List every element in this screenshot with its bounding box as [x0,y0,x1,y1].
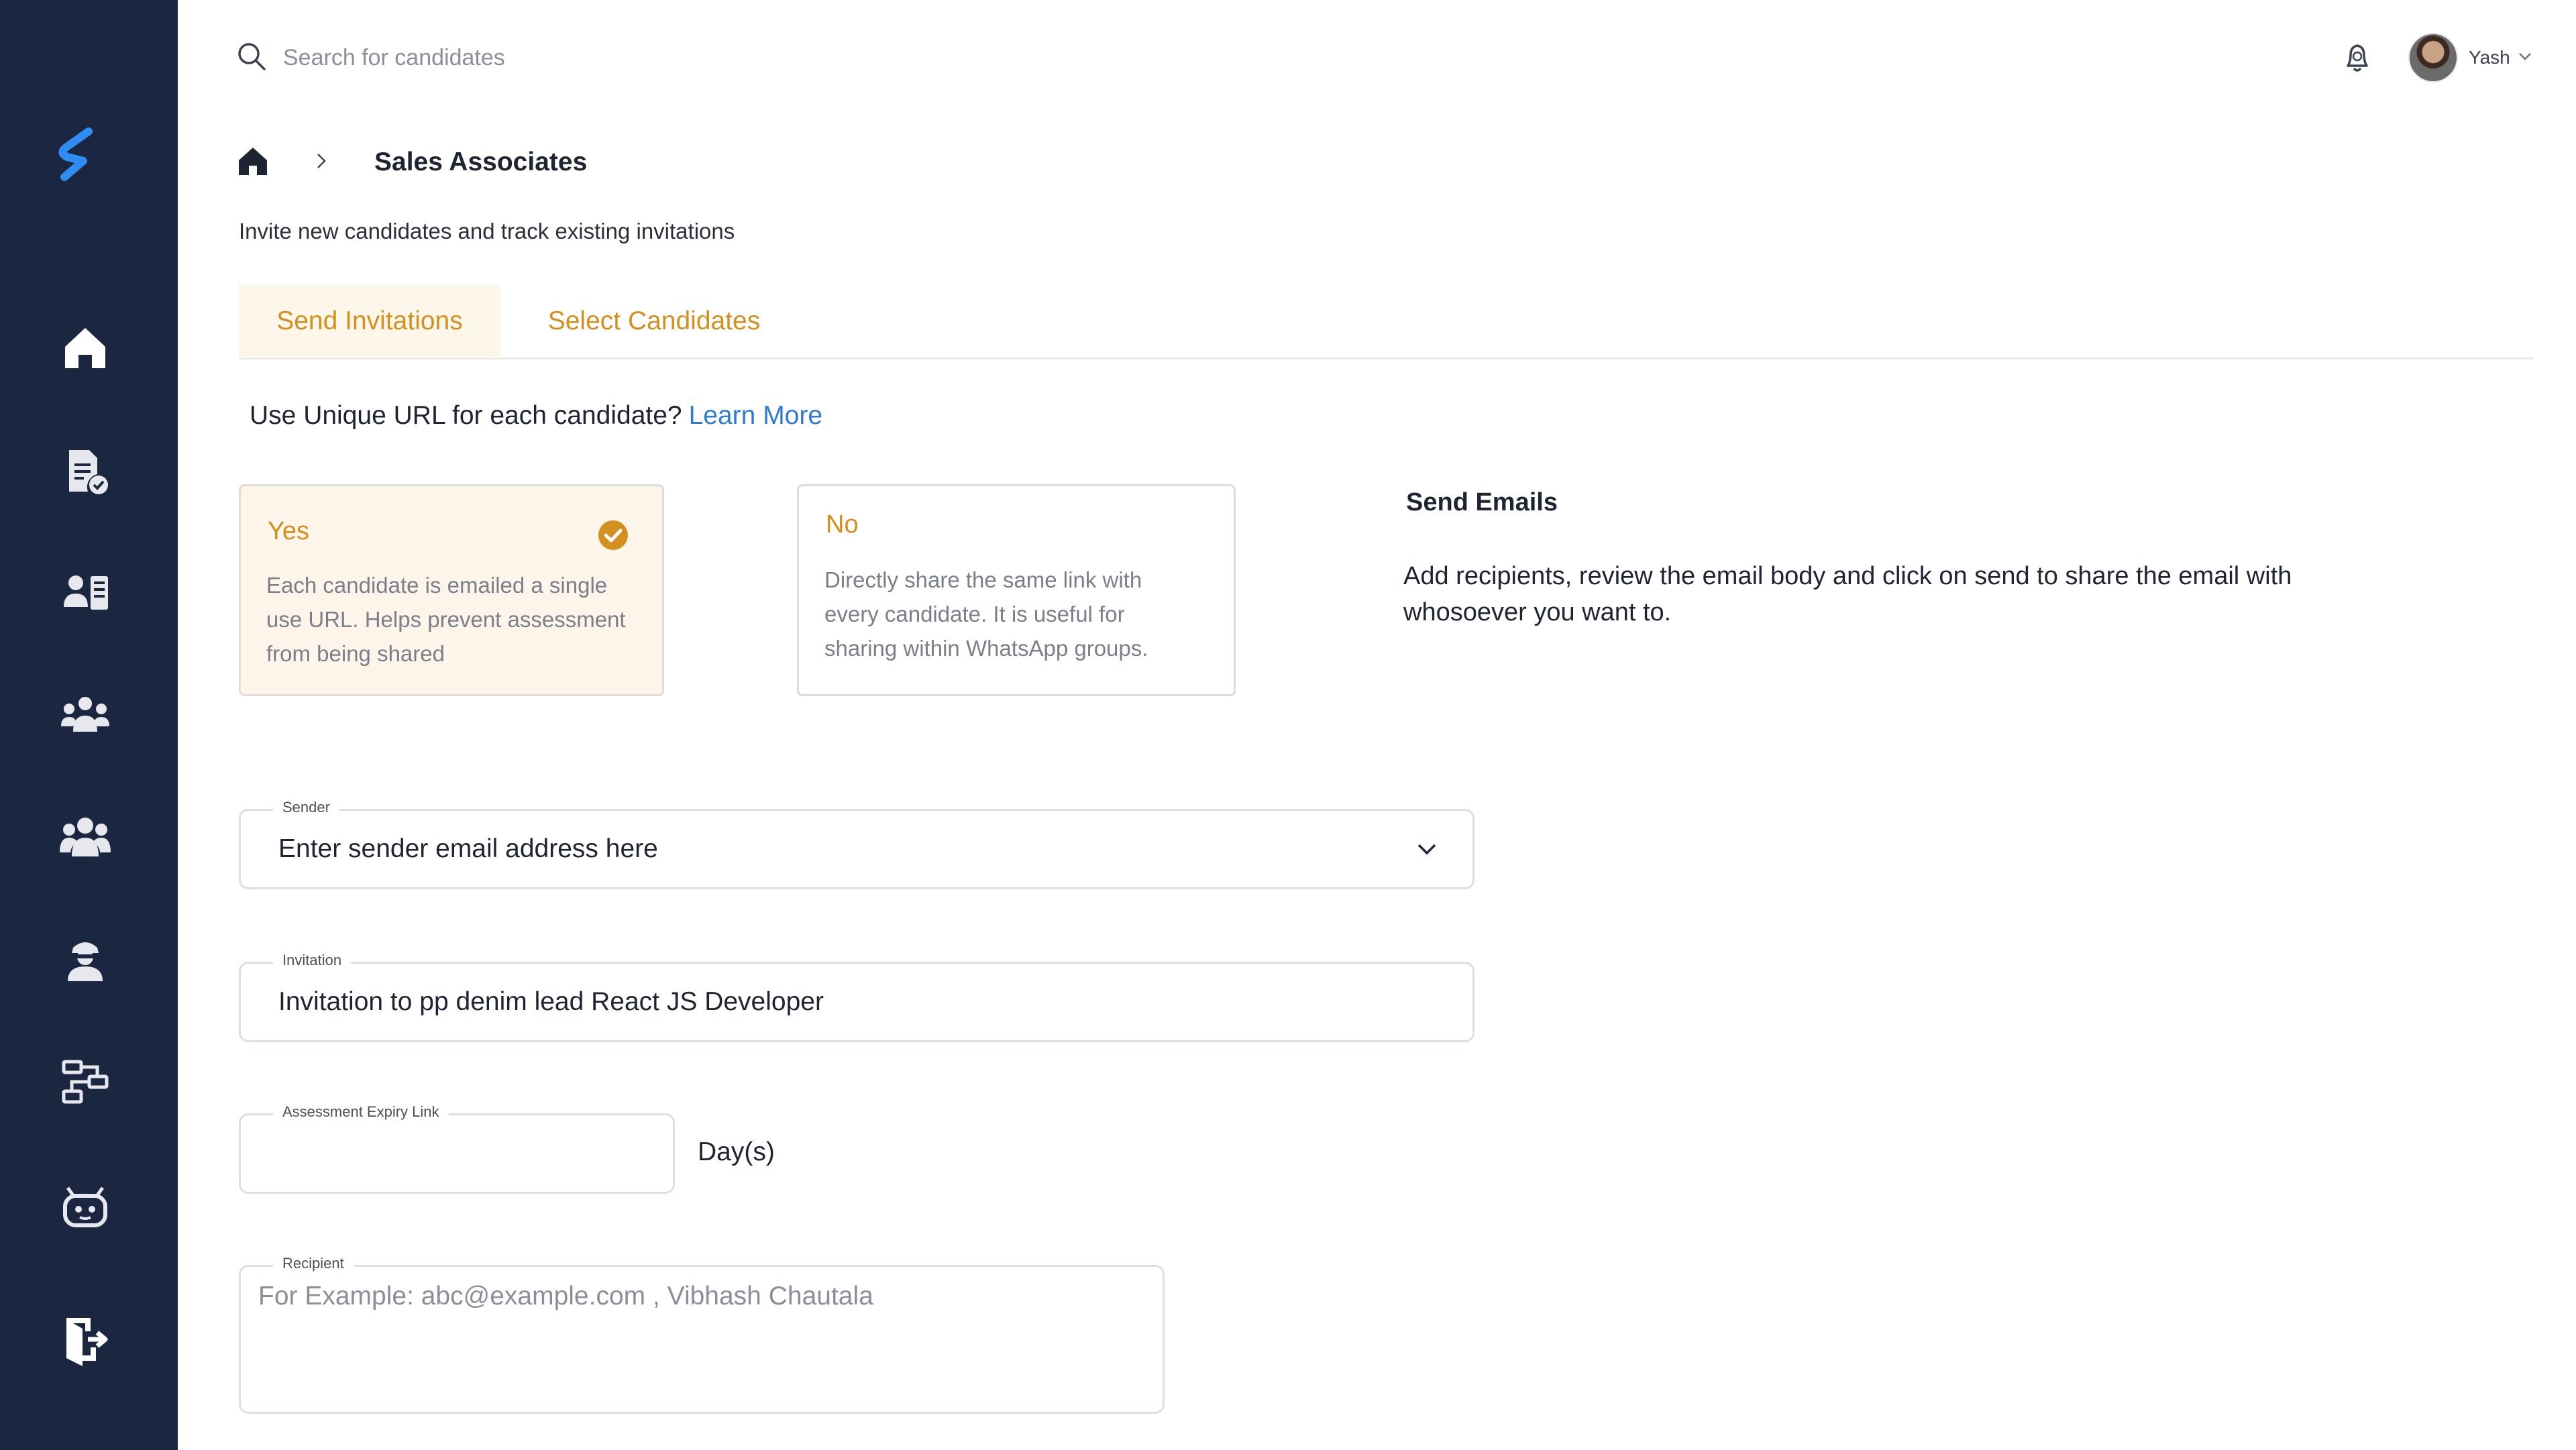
nav-candidates[interactable] [55,562,115,622]
nav-interviewer[interactable] [55,930,115,990]
nav-assessments[interactable] [55,441,115,502]
home-icon [239,147,267,175]
nav-groups[interactable] [55,684,115,744]
sender-value: Enter sender email address here [278,834,658,863]
expiry-unit: Day(s) [698,1137,775,1166]
learn-more-link[interactable]: Learn More [689,401,822,430]
tab-send-invitations[interactable]: Send Invitations [239,284,500,358]
option-no-title: No [826,510,859,539]
send-emails-desc: Add recipients, review the email body an… [1403,562,2292,626]
bell-icon [2347,44,2368,72]
check-circle-icon [596,518,630,552]
breadcrumb-home[interactable] [236,144,270,181]
option-yes-card[interactable]: Yes Each candidate is emailed a single u… [239,484,664,696]
unique-url-question: Use Unique URL for each candidate? Learn … [250,401,822,431]
document-check-icon [69,450,108,494]
users-cog-icon [61,697,109,732]
search-bar[interactable] [236,39,820,76]
send-emails-title: Send Emails [1406,488,1558,516]
nav-team[interactable] [55,807,115,868]
breadcrumb: Sales Associates [236,144,587,181]
option-no-desc: Directly share the same link with every … [824,567,1148,661]
search-input[interactable] [283,44,820,71]
invitation-field[interactable]: Invitation Invitation to pp denim lead R… [239,952,1474,1042]
chevron-down-icon [2510,48,2533,68]
robot-icon [63,1186,107,1227]
sender-select[interactable]: Sender Enter sender email address here [239,799,1474,889]
expiry-label: Assessment Expiry Link [273,1103,449,1121]
option-no-card[interactable]: No Directly share the same link with eve… [797,484,1236,696]
recipient-placeholder: For Example: abc@example.com , Vibhash C… [258,1282,873,1310]
nav-logout[interactable] [55,1309,115,1370]
user-name: Yash [2469,47,2510,68]
unique-url-label: Use Unique URL for each candidate? [250,401,682,430]
option-yes-desc: Each candidate is emailed a single use U… [266,573,626,666]
app-logo[interactable] [54,127,101,181]
user-menu[interactable]: Yash [2408,32,2533,83]
logo-icon [58,127,93,181]
tab-bar: Send Invitations Select Candidates [239,284,2533,359]
tab-select-candidates[interactable]: Select Candidates [523,284,785,358]
page-subtitle: Invite new candidates and track existing… [239,219,735,243]
chevron-down-icon [1413,836,1440,862]
breadcrumb-current: Sales Associates [374,148,588,176]
sidebar [0,0,178,1450]
workflow-icon [62,1060,109,1104]
logout-icon [66,1318,108,1366]
chevron-right-icon [270,151,331,174]
notifications-button[interactable] [2339,39,2376,76]
recipient-label: Recipient [273,1255,354,1272]
nav-workflows[interactable] [55,1052,115,1112]
id-card-users-icon [64,575,108,610]
nav-home[interactable] [55,318,115,378]
search-icon [236,41,267,75]
invitation-value: Invitation to pp denim lead React JS Dev… [278,987,824,1016]
expiry-field[interactable]: Assessment Expiry Link [239,1103,675,1194]
avatar [2408,33,2458,82]
user-secret-icon [68,942,103,981]
option-yes-title: Yes [268,517,309,545]
home-icon [65,328,105,368]
nav-bot[interactable] [55,1175,115,1235]
users-icon [60,818,111,856]
recipient-field[interactable]: Recipient For Example: abc@example.com ,… [239,1255,1165,1414]
